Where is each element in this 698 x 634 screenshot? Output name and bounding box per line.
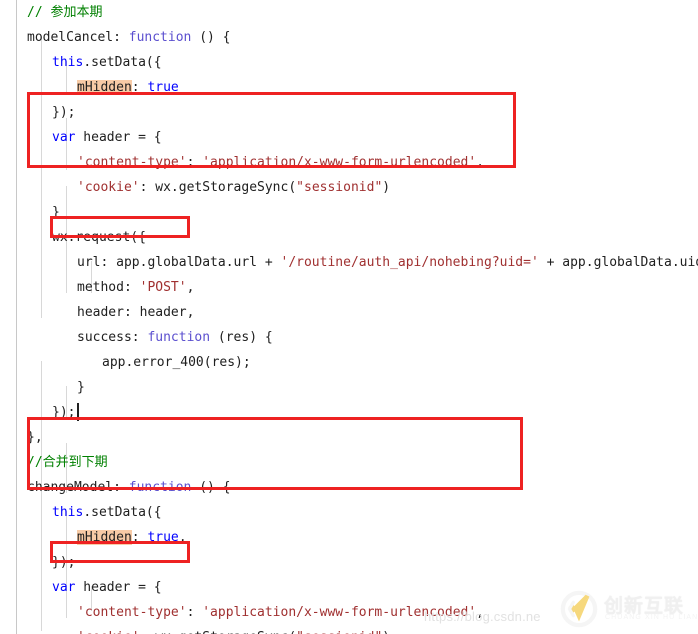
csdn-url-watermark: https://blog.csdn.ne (424, 609, 541, 624)
code-string: 'cookie' (77, 630, 140, 634)
code-token: } (52, 205, 60, 220)
brand-logo-watermark: 创新互联 CHUANG XIN HU LIAN (560, 588, 697, 630)
code-token: : (131, 80, 148, 95)
code-literal-true: true (147, 530, 179, 545)
code-keyword-var: var (52, 580, 76, 595)
code-token: : (186, 155, 203, 170)
code-comment: //合并到下期 (27, 455, 108, 470)
code-string: 'cookie' (77, 180, 140, 195)
code-line: app.error_400(res); (102, 350, 251, 375)
code-token: }); (52, 405, 76, 420)
code-string: 'content-type' (77, 155, 187, 170)
code-line: 'content-type': 'application/x-www-form-… (77, 150, 484, 175)
code-line: }); (52, 400, 75, 425)
code-token: success: (77, 330, 148, 345)
code-token: header = { (75, 580, 162, 595)
code-keyword-this: this (52, 505, 84, 520)
code-literal-true: true (147, 80, 179, 95)
code-highlighted-symbol: mHidden (77, 80, 132, 95)
code-token: () { (191, 480, 231, 495)
code-token: , (476, 155, 484, 170)
code-line: mHidden: true (77, 75, 179, 100)
code-line: }); (52, 100, 75, 125)
code-line: wx.request({ (52, 225, 146, 250)
code-highlighted-symbol: mHidden (77, 530, 132, 545)
code-token: header: header, (77, 305, 195, 320)
code-line: 'content-type': 'application/x-www-form-… (77, 600, 484, 625)
code-line: // 参加本期 (27, 0, 102, 25)
code-token: header = { (75, 130, 162, 145)
code-keyword-this: this (52, 55, 84, 70)
code-token: app.error_400(res); (102, 355, 251, 370)
code-line: var header = { (52, 575, 162, 600)
brand-logo-pinyin-text: CHUANG XIN HU LIAN (605, 614, 698, 621)
code-line: var header = { (52, 125, 162, 150)
code-line: } (52, 200, 60, 225)
cx-circle-logo-icon (560, 590, 598, 628)
code-token: }); (52, 105, 76, 120)
code-token: + app.globalData.uid, (538, 255, 698, 270)
code-string: 'POST' (139, 280, 187, 295)
code-token: wx.request({ (52, 230, 146, 245)
code-token: () { (191, 30, 231, 45)
screenshot-root: // 参加本期 modelCancel: function () { this.… (0, 0, 698, 634)
code-token: : (186, 605, 203, 620)
code-line: } (77, 375, 85, 400)
code-comment: // 参加本期 (27, 5, 103, 20)
code-line: this.setData({ (52, 500, 162, 525)
code-line: mHidden: true, (77, 525, 187, 550)
code-line: //合并到下期 (27, 450, 108, 475)
code-token: : wx.getStorageSync( (139, 180, 297, 195)
code-line: success: function (res) { (77, 325, 273, 350)
code-line: url: app.globalData.url + '/routine/auth… (77, 250, 698, 275)
code-keyword-function: function (147, 330, 211, 345)
code-line: changeModel: function () { (27, 475, 231, 500)
code-token: method: (77, 280, 140, 295)
code-token: url: app.globalData.url + (77, 255, 281, 270)
code-line: method: 'POST', (77, 275, 194, 300)
code-token: (res) { (210, 330, 273, 345)
code-editor-content[interactable]: // 参加本期 modelCancel: function () { this.… (0, 0, 698, 634)
code-string: "sessionid" (296, 180, 383, 195)
code-line: header: header, (77, 300, 194, 325)
code-line: }, (27, 425, 43, 450)
code-line: }); (52, 550, 75, 575)
code-token: .setData({ (83, 505, 162, 520)
code-token: }, (27, 430, 43, 445)
code-token: : wx.getStorageSync( (140, 630, 297, 634)
code-line: modelCancel: function () { (27, 25, 231, 50)
code-keyword-var: var (52, 130, 76, 145)
code-token: , (186, 280, 195, 295)
code-line: 'cookie': wx.getStorageSync("sessionid") (77, 175, 390, 200)
code-token: , (178, 530, 187, 545)
code-token: ) (382, 180, 391, 195)
code-string: 'application/x-www-form-urlencoded' (202, 155, 477, 170)
code-token: } (77, 380, 85, 395)
code-line: 'cookie': wx.getStorageSync("sessionid") (77, 625, 390, 634)
code-keyword-function: function (128, 30, 192, 45)
code-token: changeModel: (27, 480, 129, 495)
code-token: modelCancel: (27, 30, 129, 45)
code-keyword-function: function (128, 480, 192, 495)
code-token: : (131, 530, 148, 545)
code-token: ) (382, 630, 390, 634)
code-string: 'content-type' (77, 605, 187, 620)
code-token: }); (52, 555, 76, 570)
code-line: this.setData({ (52, 50, 162, 75)
code-string: "sessionid" (296, 630, 382, 634)
text-caret (77, 403, 79, 421)
code-string: '/routine/auth_api/nohebing?uid=' (280, 255, 539, 270)
code-token: .setData({ (83, 55, 162, 70)
